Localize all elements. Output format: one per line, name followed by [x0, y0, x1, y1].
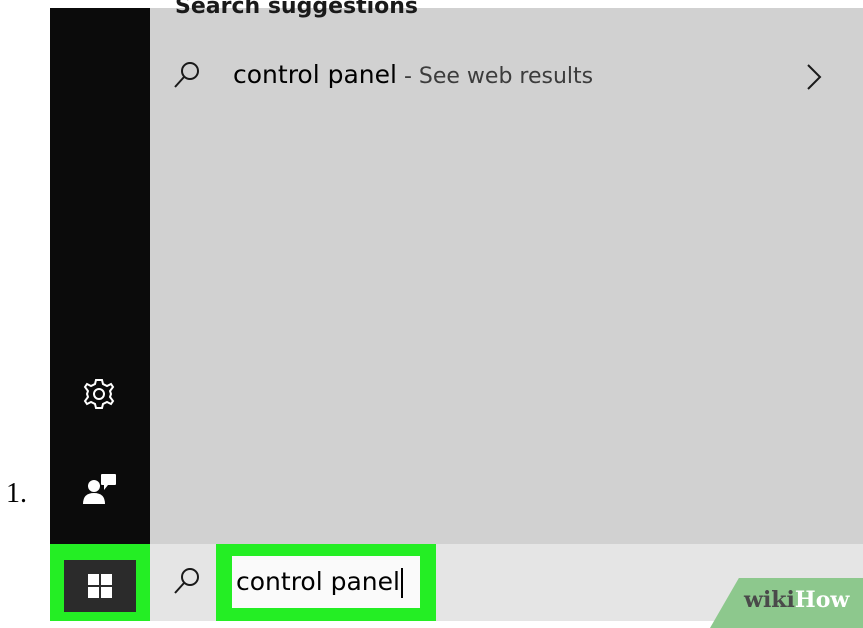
suggestion-suffix: - See web results	[396, 64, 594, 89]
chevron-right-icon[interactable]	[804, 62, 824, 92]
suggestion-label: control panel - See web results	[233, 60, 593, 89]
user-feedback-icon[interactable]	[81, 470, 119, 508]
suggestion-query: control panel	[233, 60, 397, 89]
step-number: 1.	[6, 478, 27, 509]
search-icon	[174, 62, 199, 88]
search-input[interactable]: control panel	[232, 556, 420, 608]
windows-logo-icon	[88, 574, 112, 598]
search-suggestion-row[interactable]: control panel - See web results	[150, 46, 863, 106]
search-input-value: control panel	[236, 567, 400, 596]
start-menu-sidebar	[50, 8, 150, 621]
wikihow-watermark: wikiHow	[744, 587, 850, 613]
search-results-panel: Search suggestions control panel - See w…	[150, 0, 863, 544]
search-icon	[174, 568, 199, 594]
text-caret	[400, 568, 403, 598]
start-button[interactable]	[50, 544, 150, 621]
section-title: Search suggestions	[175, 0, 419, 19]
gear-icon[interactable]	[79, 374, 119, 414]
